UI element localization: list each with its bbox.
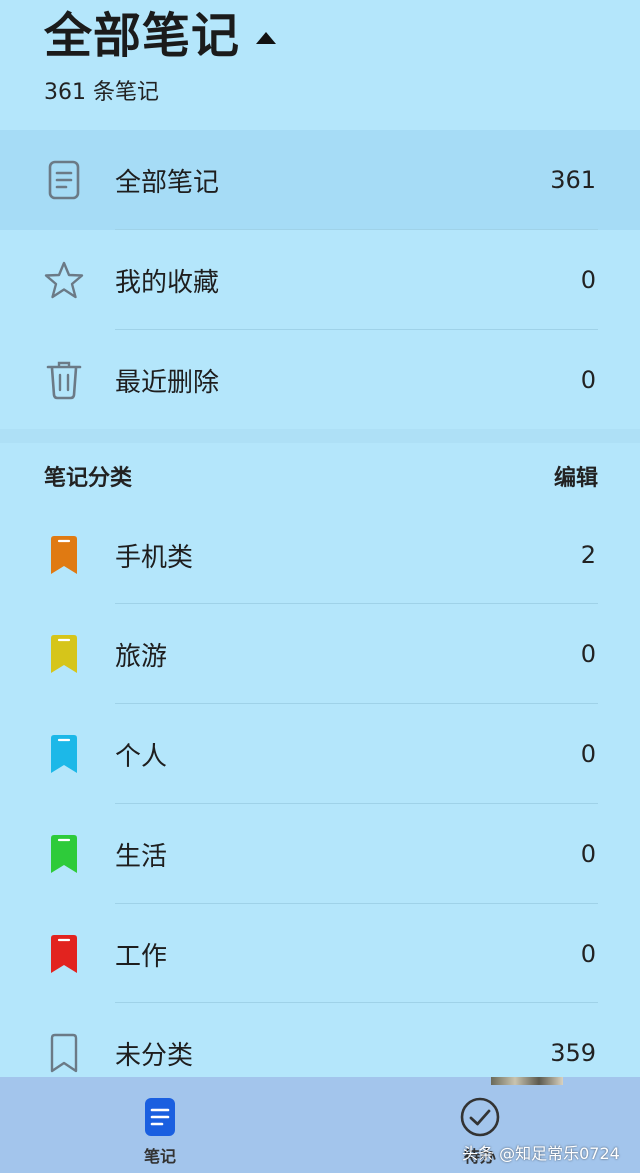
note-count-subtitle: 361 条笔记 <box>44 80 159 105</box>
category-count: 359 <box>550 1039 596 1067</box>
categories-title: 笔记分类 <box>44 466 133 491</box>
category-count: 2 <box>580 541 596 569</box>
trash-icon <box>44 360 84 400</box>
folder-count: 0 <box>580 366 596 394</box>
category-label: 旅游 <box>115 641 168 672</box>
bookmark-icon <box>44 934 84 974</box>
folder-label: 最近删除 <box>115 367 220 398</box>
note-icon <box>44 160 84 200</box>
category-item-phone[interactable]: 手机类 2 <box>0 505 640 605</box>
page-header: 全部笔记 361 条笔记 <box>0 0 640 130</box>
star-icon <box>44 260 84 300</box>
folder-favorites[interactable]: 我的收藏 0 <box>0 229 640 330</box>
folder-all-notes[interactable]: 全部笔记 361 <box>0 130 640 230</box>
tab-notes-label: 笔记 <box>143 1147 176 1166</box>
divider <box>115 1002 598 1003</box>
bookmark-outline-icon <box>44 1033 84 1073</box>
notes-tab-icon <box>140 1097 180 1137</box>
category-label: 生活 <box>115 841 168 872</box>
category-count: 0 <box>580 840 596 868</box>
divider <box>115 229 598 230</box>
section-separator <box>0 429 640 443</box>
bookmark-icon <box>44 834 84 874</box>
edit-categories-button[interactable]: 编辑 <box>554 460 598 492</box>
folder-label: 我的收藏 <box>115 267 220 298</box>
divider <box>115 903 598 904</box>
bookmark-icon <box>44 734 84 774</box>
category-label: 未分类 <box>115 1040 194 1071</box>
folder-recently-deleted[interactable]: 最近删除 0 <box>0 329 640 430</box>
tab-notes[interactable]: 笔记 <box>100 1077 220 1173</box>
category-item-work[interactable]: 工作 0 <box>0 903 640 1004</box>
categories-header: 笔记分类 编辑 <box>0 446 640 504</box>
category-label: 工作 <box>115 941 168 972</box>
divider <box>115 603 598 604</box>
category-count: 0 <box>580 740 596 768</box>
bookmark-icon <box>44 535 84 575</box>
divider <box>115 803 598 804</box>
category-item-travel[interactable]: 旅游 0 <box>0 603 640 704</box>
divider <box>115 703 598 704</box>
folder-label: 全部笔记 <box>115 167 220 198</box>
photo-thumbnail-strip <box>491 1077 563 1085</box>
title-dropdown[interactable]: 全部笔记 <box>44 6 277 66</box>
caret-up-icon <box>256 32 277 44</box>
check-circle-icon <box>460 1097 500 1137</box>
divider <box>115 329 598 330</box>
folder-count: 361 <box>550 166 596 194</box>
category-item-life[interactable]: 生活 0 <box>0 803 640 904</box>
category-label: 手机类 <box>115 542 194 573</box>
page-title: 全部笔记 <box>44 8 241 64</box>
category-item-personal[interactable]: 个人 0 <box>0 703 640 804</box>
folder-count: 0 <box>580 266 596 294</box>
category-count: 0 <box>580 940 596 968</box>
watermark: 头条 @知足常乐0724 <box>462 1144 620 1163</box>
bookmark-icon <box>44 634 84 674</box>
category-count: 0 <box>580 640 596 668</box>
category-label: 个人 <box>115 741 168 772</box>
